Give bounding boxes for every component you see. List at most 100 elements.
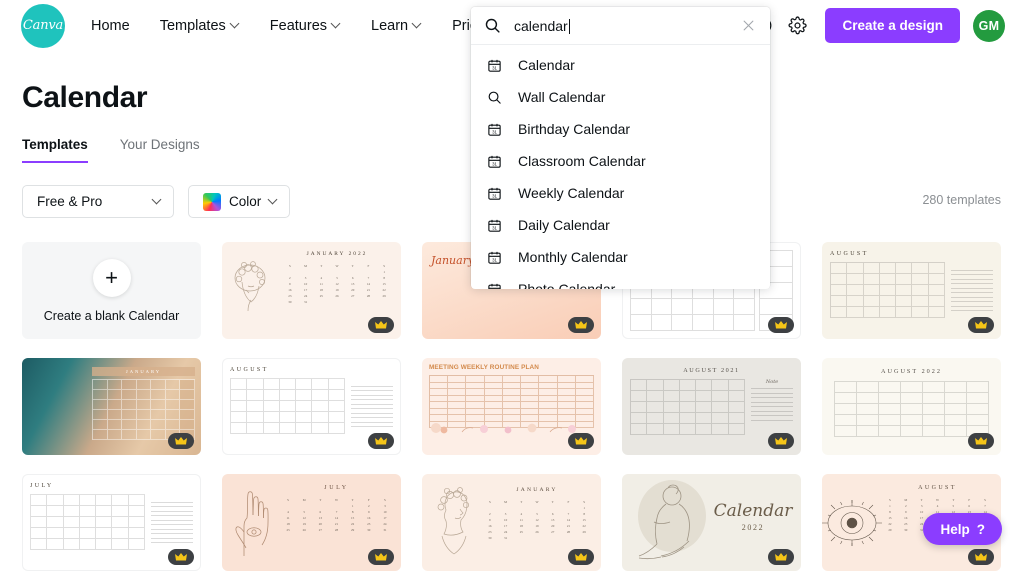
template-card[interactable]: JANUARY 2022 SMTWTFS 1 2345678 910111213… [222,242,401,339]
search-suggestion-photo-calendar[interactable]: 31 Photo Calendar [471,273,770,289]
search-container: calendar 31 Calendar Wall Calendar 31 Bi… [471,7,770,289]
template-title: AUGUST [230,367,393,373]
mini-calendar-grid [30,494,145,550]
calendar-icon: 31 [485,218,503,233]
nav-item-label: Learn [371,18,408,34]
template-card[interactable]: JULY SMTWTFS 123 45678910 11121314151617… [222,474,401,571]
greek-bust-illustration-icon [222,242,282,339]
template-card[interactable]: AUGUST [822,242,1001,339]
pro-badge [168,549,194,565]
template-title: JANUARY [126,369,161,374]
create-blank-label: Create a blank Calendar [44,309,180,323]
help-widget-button[interactable]: Help ? [923,513,1002,545]
search-icon [484,17,501,34]
pro-badge [368,433,394,449]
template-card[interactable]: JANUARY [22,358,201,455]
search-icon [485,90,503,105]
pro-badge [568,549,594,565]
template-thumbnail: AUGUST [822,242,1001,327]
search-suggestion-wall-calendar[interactable]: Wall Calendar [471,81,770,113]
template-title: JULY [30,483,193,489]
create-a-design-button[interactable]: Create a design [825,8,960,43]
chevron-down-icon [269,195,278,204]
search-suggestion-birthday-calendar[interactable]: 31 Birthday Calendar [471,113,770,145]
eye-sunburst-illustration-icon [822,474,882,571]
pro-badge [968,317,994,333]
price-filter-label: Free & Pro [37,194,102,209]
chevron-down-icon [153,195,162,204]
nav-item-home[interactable]: Home [91,10,130,42]
pro-badge [568,433,594,449]
template-card[interactable]: JULY [22,474,201,571]
crown-icon [975,321,987,330]
suggestion-label: Calendar [518,57,575,73]
seated-figure-illustration-icon [624,474,719,571]
search-box[interactable]: calendar [471,7,770,45]
template-card[interactable]: AUGUST [222,358,401,455]
calendar-icon: 31 [485,186,503,201]
tab-your-designs[interactable]: Your Designs [120,137,200,163]
template-title: Calendar [711,502,795,520]
create-blank-calendar-card[interactable]: + Create a blank Calendar [22,242,201,339]
template-card[interactable]: MEETING WEEKLY ROUTINE PLAN [422,358,601,455]
calendar-icon: 31 [485,58,503,73]
svg-text:31: 31 [492,65,497,70]
greek-bust-illustration-icon [422,474,482,571]
mini-calendar-grid [834,381,989,437]
template-thumbnail: AUGUST [222,358,401,443]
template-card[interactable]: AUGUST 2022 [822,358,1001,455]
template-card[interactable]: AUGUST 2021 Note [622,358,801,455]
template-card[interactable]: Calendar 2022 [622,474,801,571]
canva-logo[interactable]: Canva [21,4,65,48]
price-filter-dropdown[interactable]: Free & Pro [22,185,174,218]
canva-logo-text: Canva [23,18,63,33]
crown-icon [175,437,187,446]
template-title: JANUARY 2022 [282,251,392,257]
nav-item-features[interactable]: Features [270,10,341,42]
pro-badge [768,317,794,333]
plus-icon: + [93,259,131,297]
suggestion-label: Photo Calendar [518,281,615,289]
crown-icon [775,437,787,446]
search-suggestion-calendar[interactable]: 31 Calendar [471,49,770,81]
template-thumbnail: AUGUST 2021 Note [622,358,801,444]
nav-item-learn[interactable]: Learn [371,10,422,42]
search-suggestion-weekly-calendar[interactable]: 31 Weekly Calendar [471,177,770,209]
pro-badge [968,549,994,565]
avatar[interactable]: GM [973,10,1005,42]
chevron-down-icon [231,19,240,28]
template-card[interactable]: JANUARY SMTWTFS 1 2345678 9101112131415 … [422,474,601,571]
mini-calendar-grid [230,378,345,434]
template-thumbnail: MEETING WEEKLY ROUTINE PLAN [422,358,601,434]
pro-badge [368,549,394,565]
template-grid: + Create a blank Calendar [22,242,1024,571]
mini-calendar-numbers: SMTWTFS 1 2345678 9101112131415 16171819… [482,499,592,541]
color-filter-dropdown[interactable]: Color [188,185,290,218]
crown-icon [775,553,787,562]
search-suggestion-monthly-calendar[interactable]: 31 Monthly Calendar [471,241,770,273]
search-suggestion-daily-calendar[interactable]: 31 Daily Calendar [471,209,770,241]
nav-item-label: Templates [160,18,226,34]
svg-text:31: 31 [492,225,497,230]
suggestion-label: Birthday Calendar [518,121,630,137]
template-subtitle: 2022 [711,523,795,532]
template-title: AUGUST [882,485,993,491]
search-input[interactable]: calendar [514,18,739,34]
suggestion-label: Monthly Calendar [518,249,628,265]
pro-badge [768,549,794,565]
clear-search-button[interactable] [739,16,758,35]
nav-item-templates[interactable]: Templates [160,10,240,42]
mini-calendar-grid [92,379,195,440]
header-actions: Create a design GM [747,0,1005,51]
settings-button[interactable] [781,10,813,42]
template-title: JANUARY [482,487,592,493]
mini-calendar-numbers: SMTWTFS 123 45678910 11121314151617 1819… [280,497,393,533]
template-title: AUGUST [830,251,993,257]
main-nav-links: Home Templates Features Learn Pricing [91,10,510,42]
crown-icon [775,321,787,330]
nav-item-label: Features [270,18,327,34]
calendar-icon: 31 [485,250,503,265]
tab-templates[interactable]: Templates [22,137,88,163]
search-suggestion-classroom-calendar[interactable]: 31 Classroom Calendar [471,145,770,177]
question-mark-icon: ? [977,522,985,537]
